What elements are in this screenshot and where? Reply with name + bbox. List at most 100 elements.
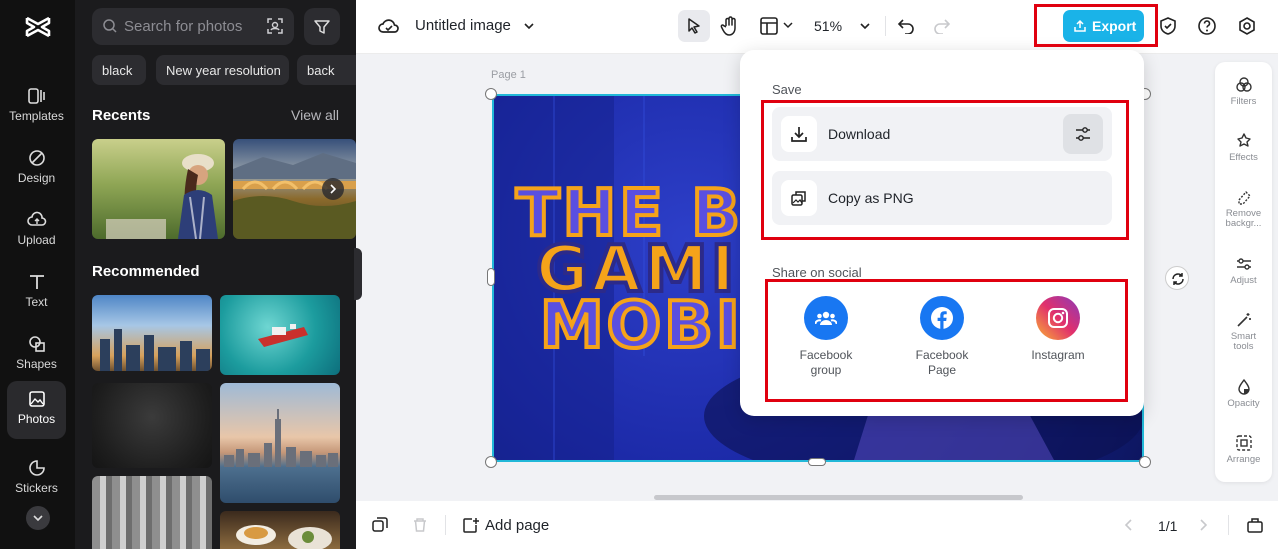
resize-handle-bottom[interactable] [808, 458, 826, 466]
duplicate-page-icon[interactable] [372, 517, 388, 533]
photo-city-skyline[interactable] [92, 295, 212, 371]
eraser-icon [1237, 190, 1251, 205]
delete-page-icon[interactable] [412, 517, 428, 533]
pointer-icon [688, 18, 700, 34]
undo-icon[interactable] [897, 16, 915, 34]
redo-icon[interactable] [933, 16, 951, 34]
rail-upload[interactable]: Upload [7, 202, 66, 260]
select-tool-button[interactable] [678, 10, 710, 42]
rail-label: Shapes [16, 357, 57, 371]
chip-back[interactable]: back [297, 55, 356, 85]
carousel-next-button[interactable] [322, 178, 344, 200]
add-page-label: Add page [485, 517, 550, 534]
rail-label: Upload [17, 233, 56, 247]
capcut-logo[interactable] [24, 14, 52, 40]
tool-filters[interactable]: Filters [1215, 76, 1272, 107]
recommended-title: Recommended [92, 263, 200, 280]
tool-arrange[interactable]: Arrange [1215, 434, 1272, 465]
chip-black[interactable]: black [92, 55, 146, 85]
chevron-down-icon [33, 515, 43, 522]
layout-icon[interactable] [759, 16, 779, 36]
recents-title: Recents [92, 107, 151, 124]
shapes-icon [28, 336, 45, 352]
share-heading: Share on social [772, 265, 862, 280]
tool-label: Arrange [1226, 454, 1261, 465]
tool-label: Filters [1230, 96, 1257, 107]
resize-handle-left[interactable] [487, 268, 495, 286]
photo-food[interactable] [220, 511, 340, 549]
filters-icon [1235, 77, 1252, 92]
rail-design[interactable]: Design [7, 140, 66, 198]
tool-opacity[interactable]: Opacity [1215, 378, 1272, 409]
search-icon [103, 19, 117, 33]
chevron-down-icon[interactable] [858, 19, 872, 33]
resize-handle-tl[interactable] [485, 88, 497, 100]
highlight-social-options [765, 279, 1128, 402]
recent-photo-woman[interactable] [92, 139, 225, 239]
rail-label: Design [17, 171, 56, 185]
stickers-icon [28, 460, 45, 476]
pages-panel-icon[interactable] [1246, 516, 1264, 534]
rail-stickers[interactable]: Stickers [7, 450, 66, 508]
previous-page-icon[interactable] [1122, 518, 1136, 532]
tool-adjust[interactable]: Adjust [1215, 255, 1272, 286]
chip-new-year[interactable]: New year resolution [156, 55, 289, 85]
next-page-icon[interactable] [1196, 518, 1210, 532]
photo-columns[interactable] [92, 476, 212, 549]
templates-icon [27, 88, 45, 104]
rail-shapes[interactable]: Shapes [7, 326, 66, 384]
rotate-icon [1172, 273, 1184, 285]
adjust-icon [1236, 258, 1251, 270]
divider [885, 16, 886, 36]
chevron-down-icon[interactable] [782, 19, 794, 31]
tool-remove-background[interactable]: Remove backgr... [1215, 188, 1272, 229]
resize-handle-br[interactable] [1139, 456, 1151, 468]
rail-label: Templates [9, 109, 64, 123]
view-all-link[interactable]: View all [291, 107, 339, 123]
photo-dark-texture[interactable] [92, 383, 212, 468]
zoom-level[interactable]: 51% [814, 18, 842, 34]
hand-tool-icon[interactable] [720, 15, 740, 37]
horizontal-scrollbar[interactable] [654, 495, 1023, 500]
filter-button[interactable] [304, 8, 340, 45]
magic-wand-icon [1236, 313, 1251, 327]
divider [1228, 515, 1229, 535]
page-counter: 1/1 [1158, 518, 1178, 534]
opacity-icon [1237, 378, 1250, 395]
photos-panel: Search for photos black New year resolut… [75, 0, 356, 549]
help-icon[interactable] [1197, 16, 1217, 36]
rail-text[interactable]: Text [7, 264, 66, 322]
recent-photo-bridge[interactable] [233, 139, 356, 239]
upload-icon [26, 211, 46, 226]
photo-manhattan[interactable] [220, 383, 340, 503]
rail-label: Photos [17, 412, 56, 426]
bottom-bar: Add page 1/1 [356, 501, 1278, 549]
rail-photos[interactable]: Photos [7, 381, 66, 439]
divider [445, 515, 446, 535]
chevron-down-icon[interactable] [522, 19, 536, 33]
image-search-icon[interactable] [266, 17, 284, 35]
tool-label: Adjust [1230, 275, 1257, 286]
resize-handle-bl[interactable] [485, 456, 497, 468]
tool-effects[interactable]: Effects [1215, 132, 1272, 163]
search-placeholder: Search for photos [124, 18, 243, 35]
photos-icon [28, 391, 45, 407]
tool-label-2: backgr... [1225, 218, 1262, 229]
shield-icon[interactable] [1158, 16, 1178, 36]
filter-icon [314, 20, 330, 34]
more-tools-button[interactable] [26, 506, 50, 530]
tool-smart-tools[interactable]: Smart tools [1215, 311, 1272, 352]
rotate-button[interactable] [1165, 266, 1189, 290]
collapse-panel-handle[interactable] [354, 248, 362, 300]
search-input[interactable]: Search for photos [92, 8, 294, 45]
photo-boat-sea[interactable] [220, 295, 340, 375]
tool-label: Effects [1229, 152, 1258, 163]
rail-templates[interactable]: Templates [7, 78, 66, 136]
document-title[interactable]: Untitled image [415, 17, 511, 34]
design-icon [28, 150, 45, 166]
highlight-export [1034, 4, 1158, 47]
rail-label: Stickers [15, 481, 58, 495]
page-label: Page 1 [491, 69, 526, 81]
cloud-sync-icon[interactable] [378, 16, 400, 36]
settings-icon[interactable] [1237, 16, 1257, 36]
